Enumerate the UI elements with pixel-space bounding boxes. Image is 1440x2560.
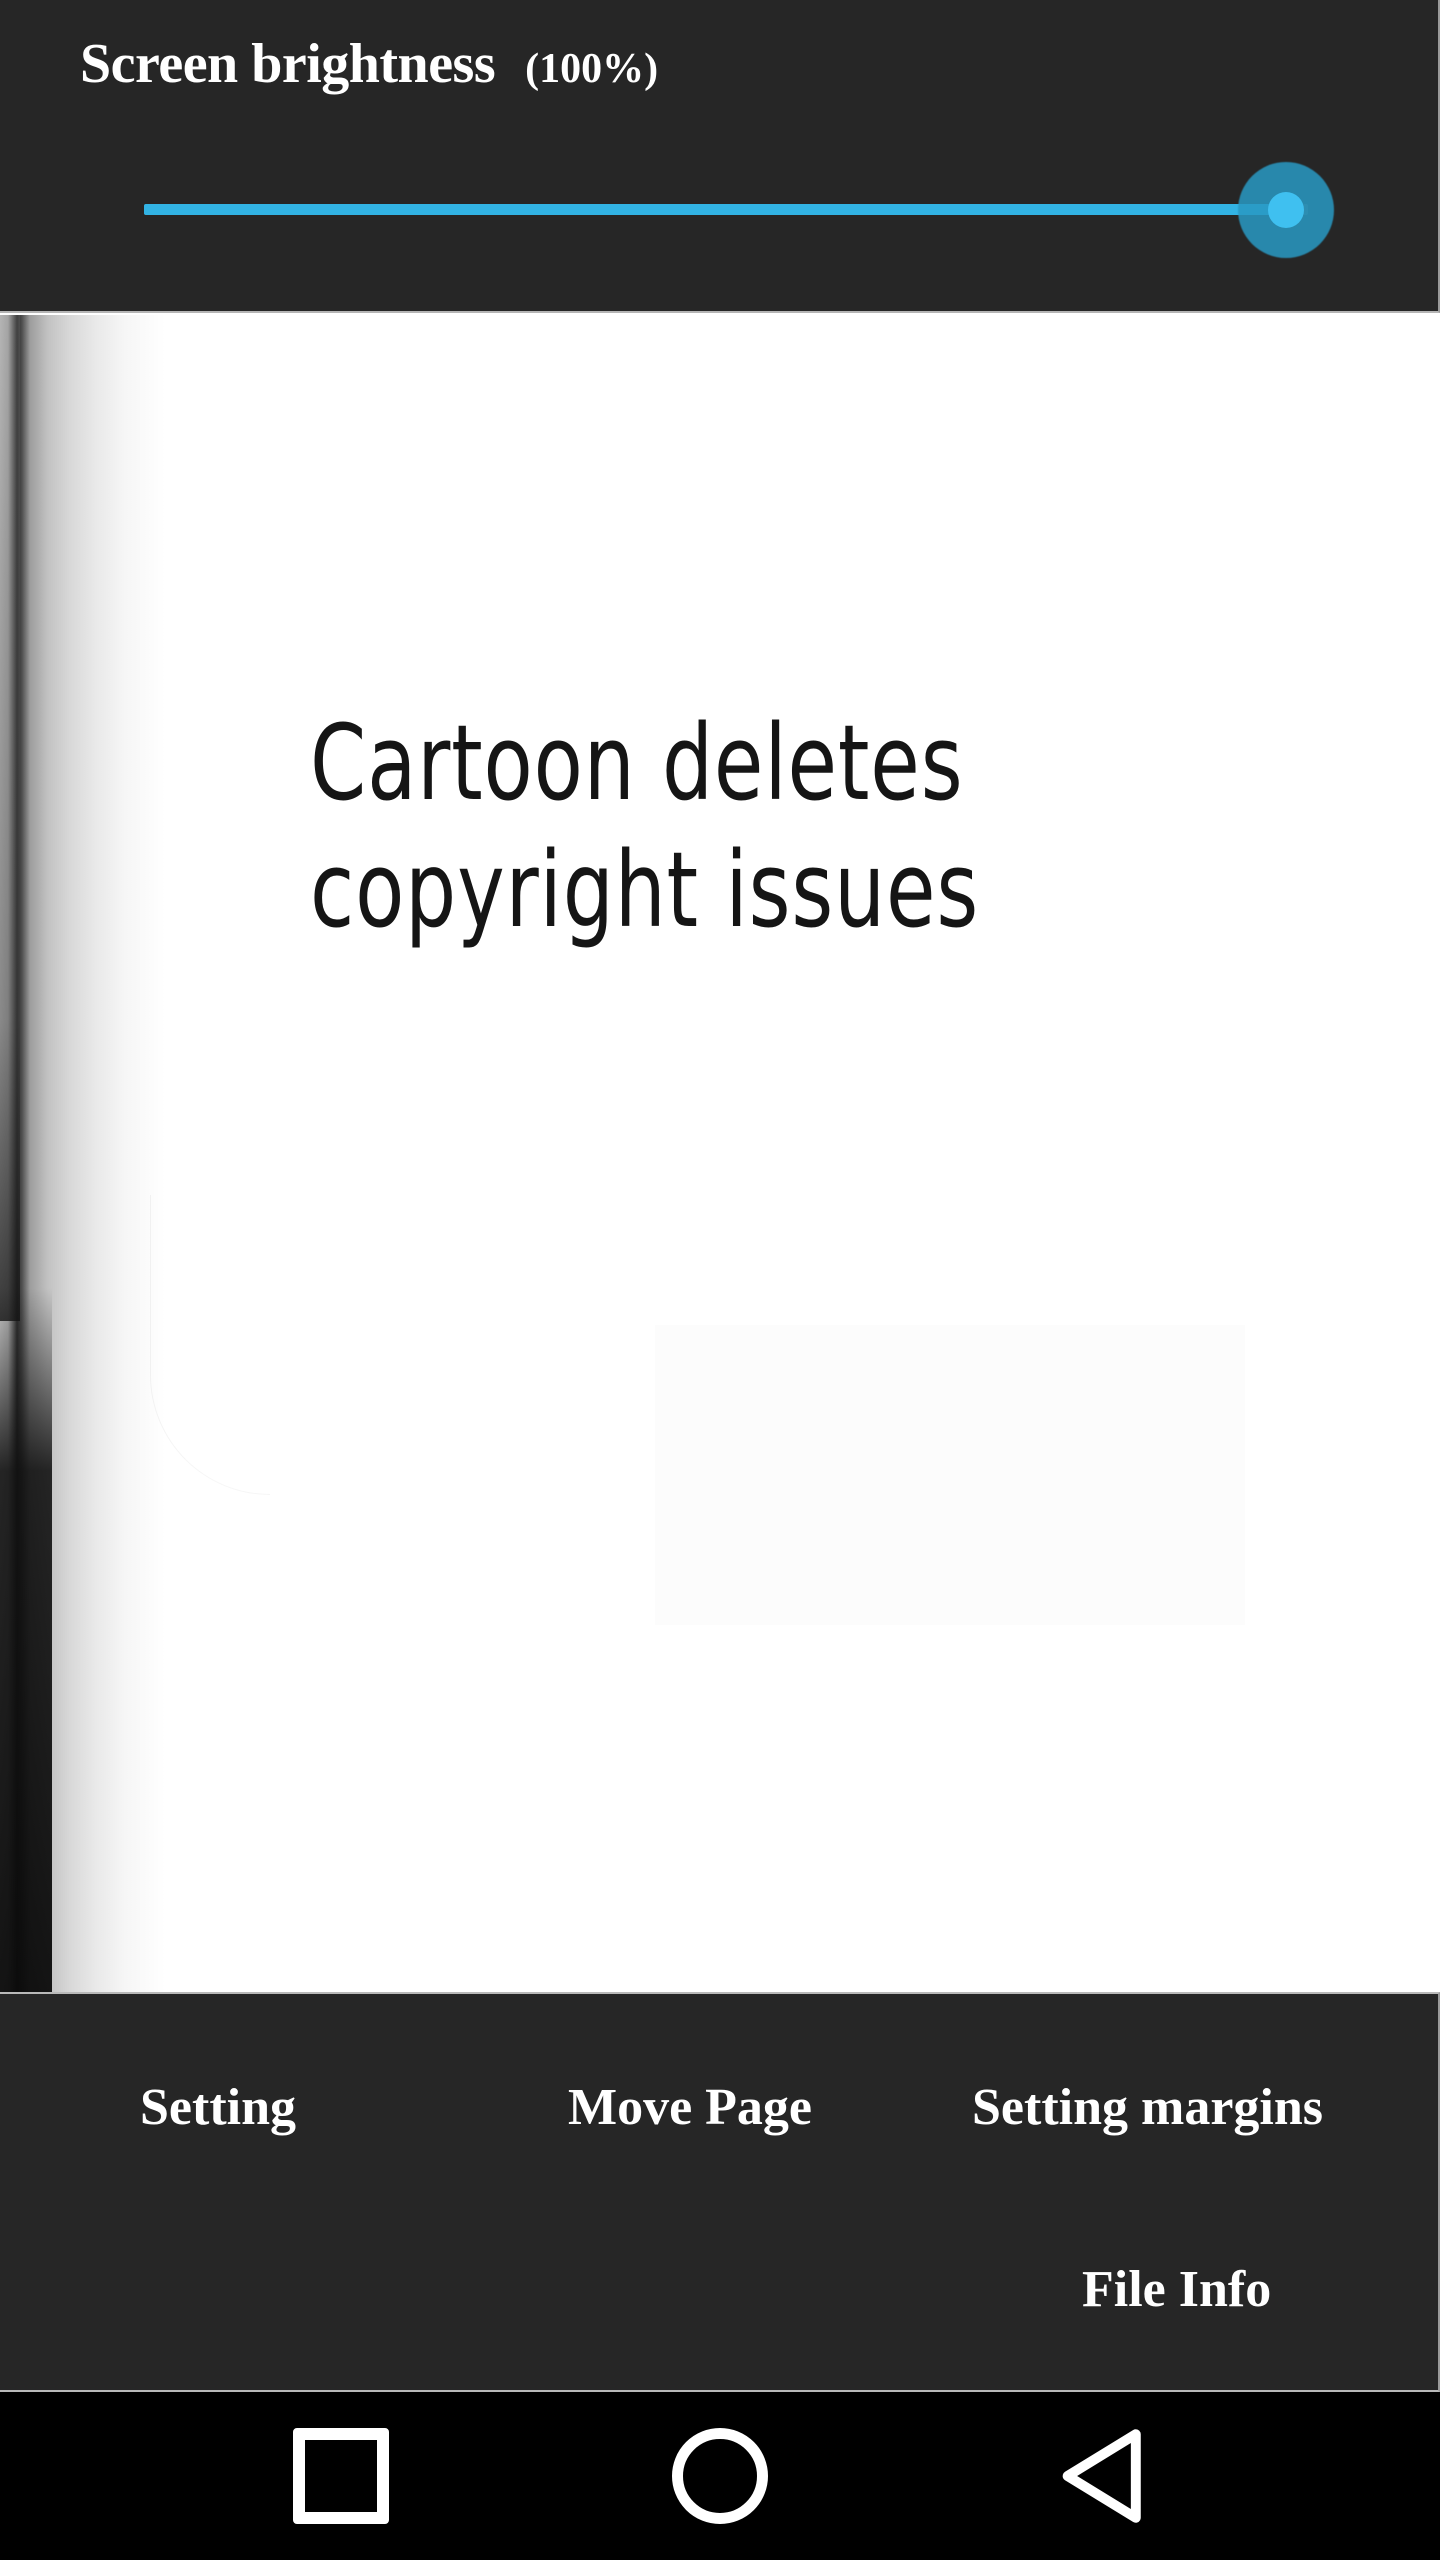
page-spine-edge-upper: [0, 315, 20, 1322]
menu-item-setting[interactable]: Setting: [140, 2078, 296, 2137]
page-text-line: Cartoon deletes: [310, 702, 964, 824]
menu-item-move-page[interactable]: Move Page: [568, 2078, 812, 2137]
brightness-panel: Screen brightness (100%): [0, 0, 1440, 313]
menu-row-primary: Setting Move Page Setting margins: [0, 2062, 1440, 2152]
menu-item-file-info[interactable]: File Info: [1082, 2260, 1271, 2319]
page-text-block: Cartoon deletes copyright issues: [310, 700, 1270, 954]
page-spine-edge-lower: [0, 1287, 52, 1992]
menu-item-setting-margins[interactable]: Setting margins: [972, 2078, 1323, 2137]
brightness-slider[interactable]: [0, 150, 1440, 270]
slider-track-fill: [144, 204, 1300, 215]
brightness-title: Screen brightness: [80, 33, 496, 95]
brightness-percent-label: (100%): [525, 46, 659, 92]
brightness-header: Screen brightness (100%): [80, 32, 658, 96]
nav-home-button[interactable]: [600, 2392, 840, 2560]
book-page-view[interactable]: Cartoon deletes copyright issues: [0, 315, 1440, 1992]
app-screen: Screen brightness (100%) Cartoon deletes…: [0, 0, 1440, 2560]
home-icon: [672, 2428, 768, 2524]
android-nav-bar: [0, 2392, 1440, 2560]
menu-row-secondary: File Info: [0, 2244, 1440, 2334]
slider-thumb[interactable]: [1268, 192, 1304, 228]
nav-recents-button[interactable]: [221, 2392, 461, 2560]
nav-back-button[interactable]: [985, 2392, 1225, 2560]
recents-icon: [293, 2428, 389, 2524]
page-text-line: copyright issues: [310, 828, 980, 951]
back-icon: [1062, 2429, 1141, 2523]
reader-menu-panel: Setting Move Page Setting margins File I…: [0, 1992, 1440, 2392]
page-paper-patch: [655, 1325, 1245, 1625]
